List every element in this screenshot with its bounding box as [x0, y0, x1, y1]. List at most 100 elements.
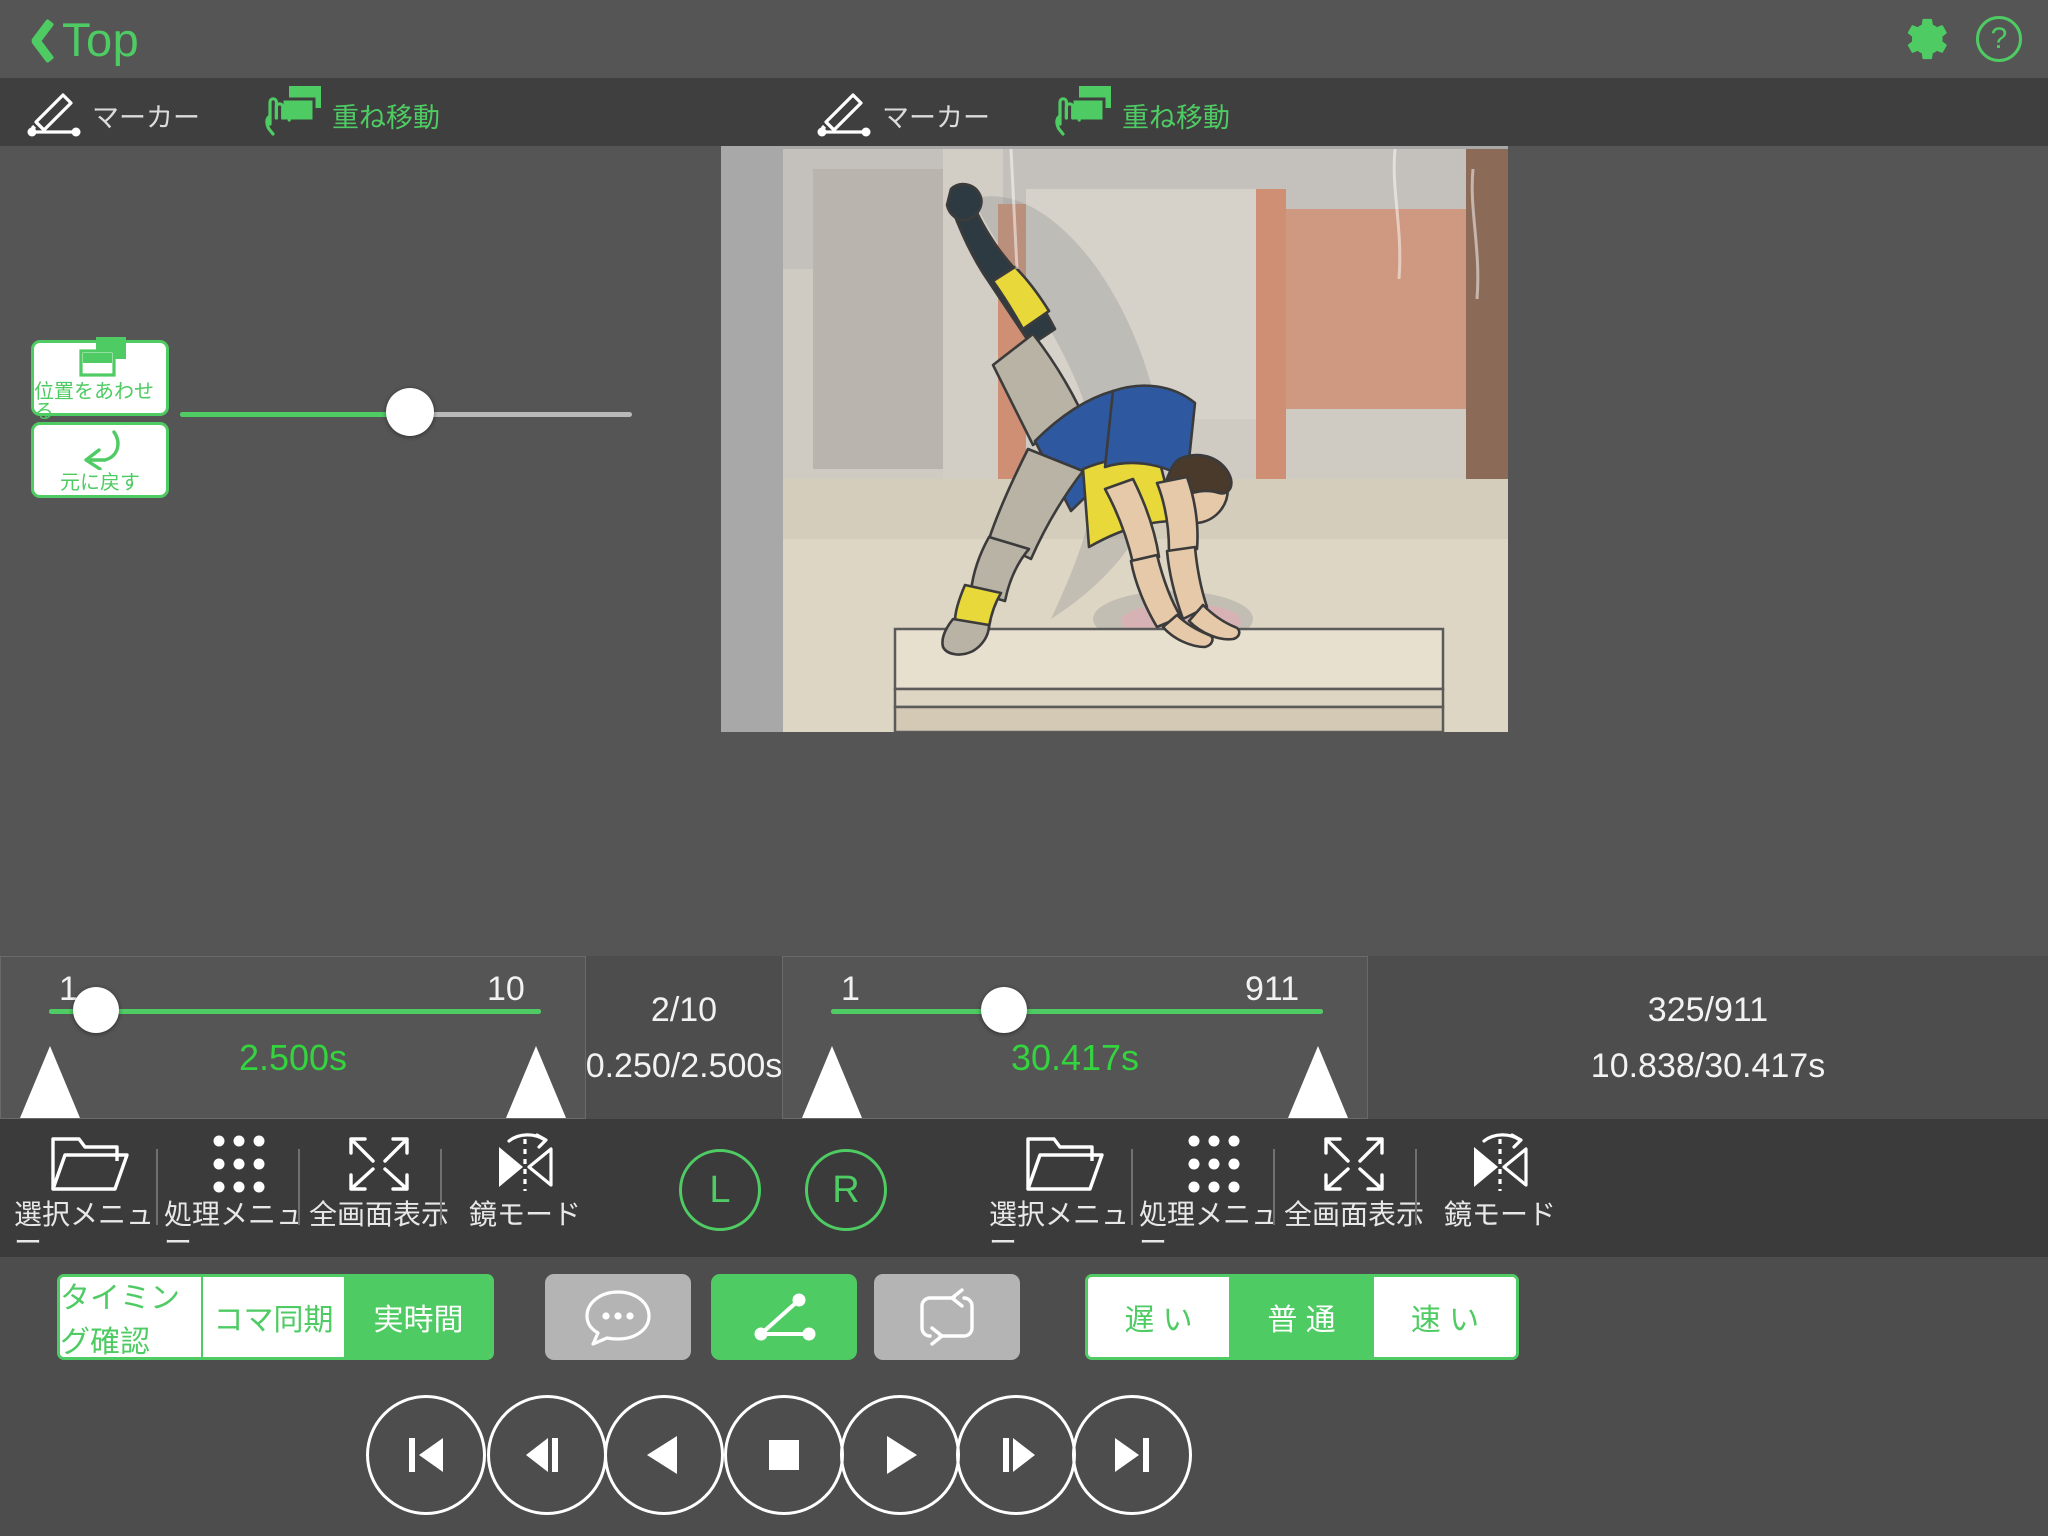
overlay-slider-fill [180, 412, 408, 417]
process-menu-button-right[interactable]: 処理メニュー [1139, 1133, 1289, 1257]
timeline-right-time-readout: 10.838/30.417s [1590, 1046, 1826, 1085]
expand-arrows-icon [337, 1133, 421, 1195]
undo-label: 元に戻す [60, 471, 140, 494]
timeline-left[interactable]: 1 10 2.500s [0, 956, 586, 1119]
overlay-opacity-slider[interactable] [180, 388, 632, 436]
video-canvas[interactable] [721, 146, 1508, 732]
help-button[interactable]: ? [1976, 16, 2022, 62]
skip-to-start-button[interactable] [366, 1395, 486, 1515]
comment-button[interactable] [545, 1274, 691, 1360]
header-bar: Top ? [0, 0, 2048, 78]
align-position-label: 位置をあわせる [34, 380, 154, 423]
gear-icon[interactable] [1902, 15, 1950, 63]
folder-open-icon [1022, 1133, 1106, 1195]
toolbar-divider [156, 1149, 158, 1225]
pen-marker-icon [812, 82, 874, 138]
marker-tool-right[interactable]: マーカー [812, 82, 990, 138]
timeline-right[interactable]: 1 911 30.417s [782, 956, 1368, 1119]
timeline-right-min: 1 [841, 970, 860, 1008]
sync-mode-segmented-control[interactable]: タイミング確認 コマ同期 実時間 [57, 1274, 494, 1360]
align-position-button[interactable]: 位置をあわせる [31, 336, 169, 422]
stop-button[interactable] [724, 1395, 844, 1515]
mirror-mode-label-right: 鏡モード [1443, 1199, 1556, 1230]
video-frame-image [783, 149, 1508, 732]
select-menu-label-left: 選択メニュー [14, 1199, 155, 1258]
select-menu-button-left[interactable]: 選択メニュー [14, 1133, 164, 1257]
marker-tool-left[interactable]: マーカー [22, 82, 200, 138]
speed-mode-segmented-control[interactable]: 遅 い 普 通 速 い [1085, 1274, 1519, 1360]
marker-tool-left-label: マーカー [92, 103, 200, 133]
timeline-left-knob[interactable] [73, 987, 119, 1033]
mirror-mode-button-left[interactable]: 鏡モード [450, 1133, 600, 1229]
tool-group-right: マーカー 重ね移動 [812, 82, 1230, 138]
fullscreen-button-left[interactable]: 全画面表示 [304, 1133, 454, 1229]
mirror-mode-icon [1458, 1133, 1542, 1195]
timeline-left-time-readout: 0.250/2.500s [585, 1046, 783, 1085]
timeline-left-track[interactable] [49, 1009, 541, 1014]
timeline-right-frame-readout: 325/911 [1647, 990, 1769, 1029]
sync-mode-option-realtime[interactable]: 実時間 [346, 1277, 491, 1357]
timeline-right-fill [831, 1009, 1323, 1014]
overlay-move-tool-left[interactable]: 重ね移動 [264, 82, 440, 138]
skip-to-end-icon [1105, 1430, 1159, 1480]
fullscreen-button-right[interactable]: 全画面表示 [1279, 1133, 1429, 1229]
angle-measure-button[interactable] [711, 1274, 857, 1360]
step-forward-icon [989, 1430, 1043, 1480]
timeline-right-track[interactable] [831, 1009, 1323, 1014]
speed-option-fast[interactable]: 速 い [1374, 1277, 1516, 1357]
process-menu-button-left[interactable]: 処理メニュー [164, 1133, 314, 1257]
step-back-button[interactable] [487, 1395, 607, 1515]
mirror-mode-button-right[interactable]: 鏡モード [1425, 1133, 1575, 1229]
comment-bubble-icon [581, 1286, 655, 1348]
mirror-mode-label-left: 鏡モード [468, 1199, 581, 1230]
timeline-left-duration: 2.500s [238, 1037, 348, 1078]
play-reverse-button[interactable] [604, 1395, 724, 1515]
step-forward-button[interactable] [956, 1395, 1076, 1515]
channel-button-right[interactable]: R [805, 1149, 887, 1231]
timeline-left-end-marker[interactable] [506, 1046, 566, 1118]
timeline-right-max: 911 [1245, 970, 1300, 1008]
timeline-left-max: 10 [487, 970, 525, 1008]
sync-mode-option-timing[interactable]: タイミング確認 [60, 1277, 203, 1357]
loop-repeat-icon [910, 1286, 984, 1348]
loop-button[interactable] [874, 1274, 1020, 1360]
timeline-right-start-marker[interactable] [802, 1046, 862, 1118]
step-back-icon [520, 1430, 574, 1480]
undo-button[interactable]: 元に戻す [31, 422, 169, 498]
mirror-mode-icon [483, 1133, 567, 1195]
transport-controls [0, 1377, 2048, 1536]
marker-tool-right-label: マーカー [882, 103, 990, 133]
sync-mode-option-frame[interactable]: コマ同期 [203, 1277, 346, 1357]
options-row: タイミング確認 コマ同期 実時間 遅 い 普 通 速 い [0, 1257, 2048, 1377]
process-menu-label-left: 処理メニュー [164, 1199, 305, 1258]
play-button[interactable] [840, 1395, 960, 1515]
app-root: Top ? マーカー 重ね移動 マーカー 重ね移動 位置をあわせる 元に戻す 1… [0, 0, 2048, 1536]
timeline-right-end-marker[interactable] [1288, 1046, 1348, 1118]
skip-to-end-button[interactable] [1072, 1395, 1192, 1515]
grid-dots-icon [197, 1133, 281, 1195]
hand-drag-layers-icon [1054, 82, 1114, 138]
speed-option-normal[interactable]: 普 通 [1231, 1277, 1374, 1357]
speed-option-slow[interactable]: 遅 い [1088, 1277, 1231, 1357]
timeline-left-start-marker[interactable] [20, 1046, 80, 1118]
toolbar-divider [1415, 1149, 1417, 1225]
timeline-left-readout: 2/10 0.250/2.500s [585, 956, 783, 1119]
skip-to-start-icon [399, 1430, 453, 1480]
stop-icon [757, 1430, 811, 1480]
back-button[interactable]: Top [22, 12, 139, 67]
toolbar-divider [1273, 1149, 1275, 1225]
hand-drag-layers-icon [264, 82, 324, 138]
expand-arrows-icon [1312, 1133, 1396, 1195]
channel-button-left[interactable]: L [679, 1149, 761, 1231]
overlay-slider-knob[interactable] [386, 388, 434, 436]
fullscreen-label-left: 全画面表示 [308, 1199, 449, 1230]
timeline-right-knob[interactable] [981, 987, 1027, 1033]
angle-measure-icon [747, 1286, 821, 1348]
fullscreen-label-right: 全画面表示 [1283, 1199, 1424, 1230]
play-icon [873, 1430, 927, 1480]
overlay-move-tool-right[interactable]: 重ね移動 [1054, 82, 1230, 138]
select-menu-button-right[interactable]: 選択メニュー [989, 1133, 1139, 1257]
timeline-right-duration: 30.417s [1010, 1037, 1140, 1078]
timeline-row: 1 10 2.500s 2/10 0.250/2.500s 1 911 30.4… [0, 956, 2048, 1119]
back-button-label: Top [62, 12, 140, 66]
